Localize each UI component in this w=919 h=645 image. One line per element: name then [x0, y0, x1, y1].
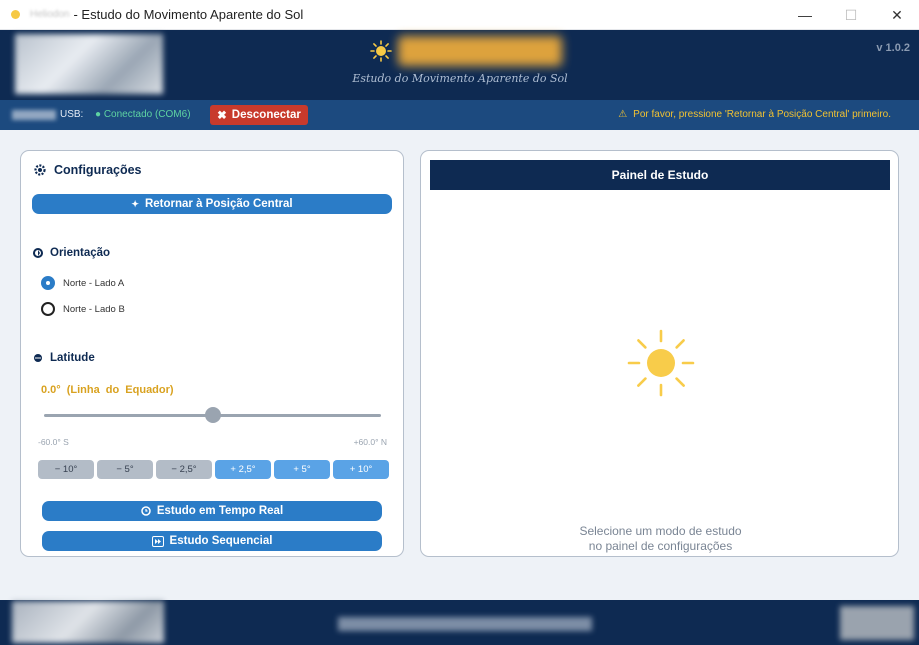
clock-icon	[141, 506, 151, 516]
footer-partner-logo	[840, 606, 914, 640]
step-minus-10-button[interactable]: − 10°	[38, 460, 94, 479]
device-name	[12, 110, 56, 120]
close-button[interactable]: ✕	[874, 0, 919, 30]
radio-unchecked-icon[interactable]	[41, 302, 55, 316]
step-plus-5-button[interactable]: + 5°	[274, 460, 330, 479]
step-plus-10-button[interactable]: + 10°	[333, 460, 389, 479]
study-panel: Painel de Estudo Selecione um modo de es…	[420, 150, 899, 557]
warning-text: Por favor, pressione 'Retornar à Posição…	[633, 109, 891, 120]
crosshair-icon: ✦	[131, 198, 139, 209]
window-title: - Estudo do Movimento Aparente do Sol	[73, 7, 304, 22]
warning-message: ⚠ Por favor, pressione 'Retornar à Posiç…	[618, 109, 891, 120]
radio-option-lado-a[interactable]: Norte - Lado A	[41, 276, 124, 290]
study-message-line2: no painel de configurações	[588, 539, 733, 553]
warning-icon: ⚠	[618, 109, 628, 120]
config-title: Configurações	[33, 163, 142, 177]
globe-icon	[34, 354, 42, 362]
study-panel-title: Painel de Estudo	[430, 160, 890, 190]
disconnect-label: Desconectar	[231, 109, 301, 121]
connection-status: ● Conectado (COM6)	[95, 109, 191, 120]
sun-icon	[370, 40, 392, 62]
compass-icon	[33, 248, 43, 258]
latitude-value: 0.0° (Linha do Equador)	[41, 384, 174, 396]
sequential-button-label: Estudo Sequencial	[169, 535, 273, 547]
header-subtitle: Estudo do Movimento Aparente do Sol	[352, 72, 568, 85]
center-position-button[interactable]: ✦ Retornar à Posição Central	[32, 194, 392, 214]
sun-icon	[627, 329, 695, 397]
orientation-title-text: Orientação	[50, 247, 111, 259]
latitude-title: Latitude	[33, 352, 95, 364]
footer-logo	[12, 601, 164, 643]
header-logo	[15, 34, 163, 94]
app-name: Heliodon	[30, 9, 70, 20]
latitude-slider-thumb[interactable]	[204, 407, 221, 423]
header-title-logo	[398, 36, 562, 66]
latitude-title-text: Latitude	[50, 352, 95, 364]
sequential-study-button[interactable]: Estudo Sequencial	[42, 531, 382, 551]
radio-label: Norte - Lado B	[63, 303, 125, 315]
step-minus-5-button[interactable]: − 5°	[97, 460, 153, 479]
version-label: v 1.0.2	[876, 42, 910, 54]
footer-text	[338, 617, 592, 631]
step-plus-2-5-button[interactable]: + 2,5°	[215, 460, 271, 479]
radio-label: Norte - Lado A	[63, 277, 125, 289]
config-panel: Configurações ✦ Retornar à Posição Centr…	[20, 150, 404, 557]
radio-checked-icon[interactable]	[41, 276, 55, 290]
realtime-button-label: Estudo em Tempo Real	[156, 505, 284, 517]
radio-option-lado-b[interactable]: Norte - Lado B	[41, 302, 125, 316]
step-minus-2-5-button[interactable]: − 2,5°	[156, 460, 212, 479]
latitude-min-label: -60.0° S	[38, 437, 69, 447]
latitude-step-buttons: − 10° − 5° − 2,5° + 2,5° + 5° + 10°	[38, 460, 389, 479]
app-icon	[11, 10, 20, 19]
close-x-icon: ✖	[217, 110, 227, 122]
orientation-title: Orientação	[33, 247, 110, 259]
usb-label: USB:	[60, 109, 84, 120]
gear-icon	[34, 164, 46, 176]
next-track-icon	[151, 535, 164, 547]
config-title-text: Configurações	[54, 163, 142, 177]
study-placeholder-message: Selecione um modo de estudo no painel de…	[421, 524, 900, 554]
center-button-label: Retornar à Posição Central	[144, 198, 293, 210]
study-message-line1: Selecione um modo de estudo	[579, 524, 742, 538]
minimize-button[interactable]: —	[782, 0, 828, 30]
disconnect-button[interactable]: ✖ Desconectar	[210, 105, 308, 125]
maximize-button[interactable]: ☐	[828, 0, 874, 30]
realtime-study-button[interactable]: Estudo em Tempo Real	[42, 501, 382, 521]
latitude-max-label: +60.0° N	[353, 437, 387, 447]
